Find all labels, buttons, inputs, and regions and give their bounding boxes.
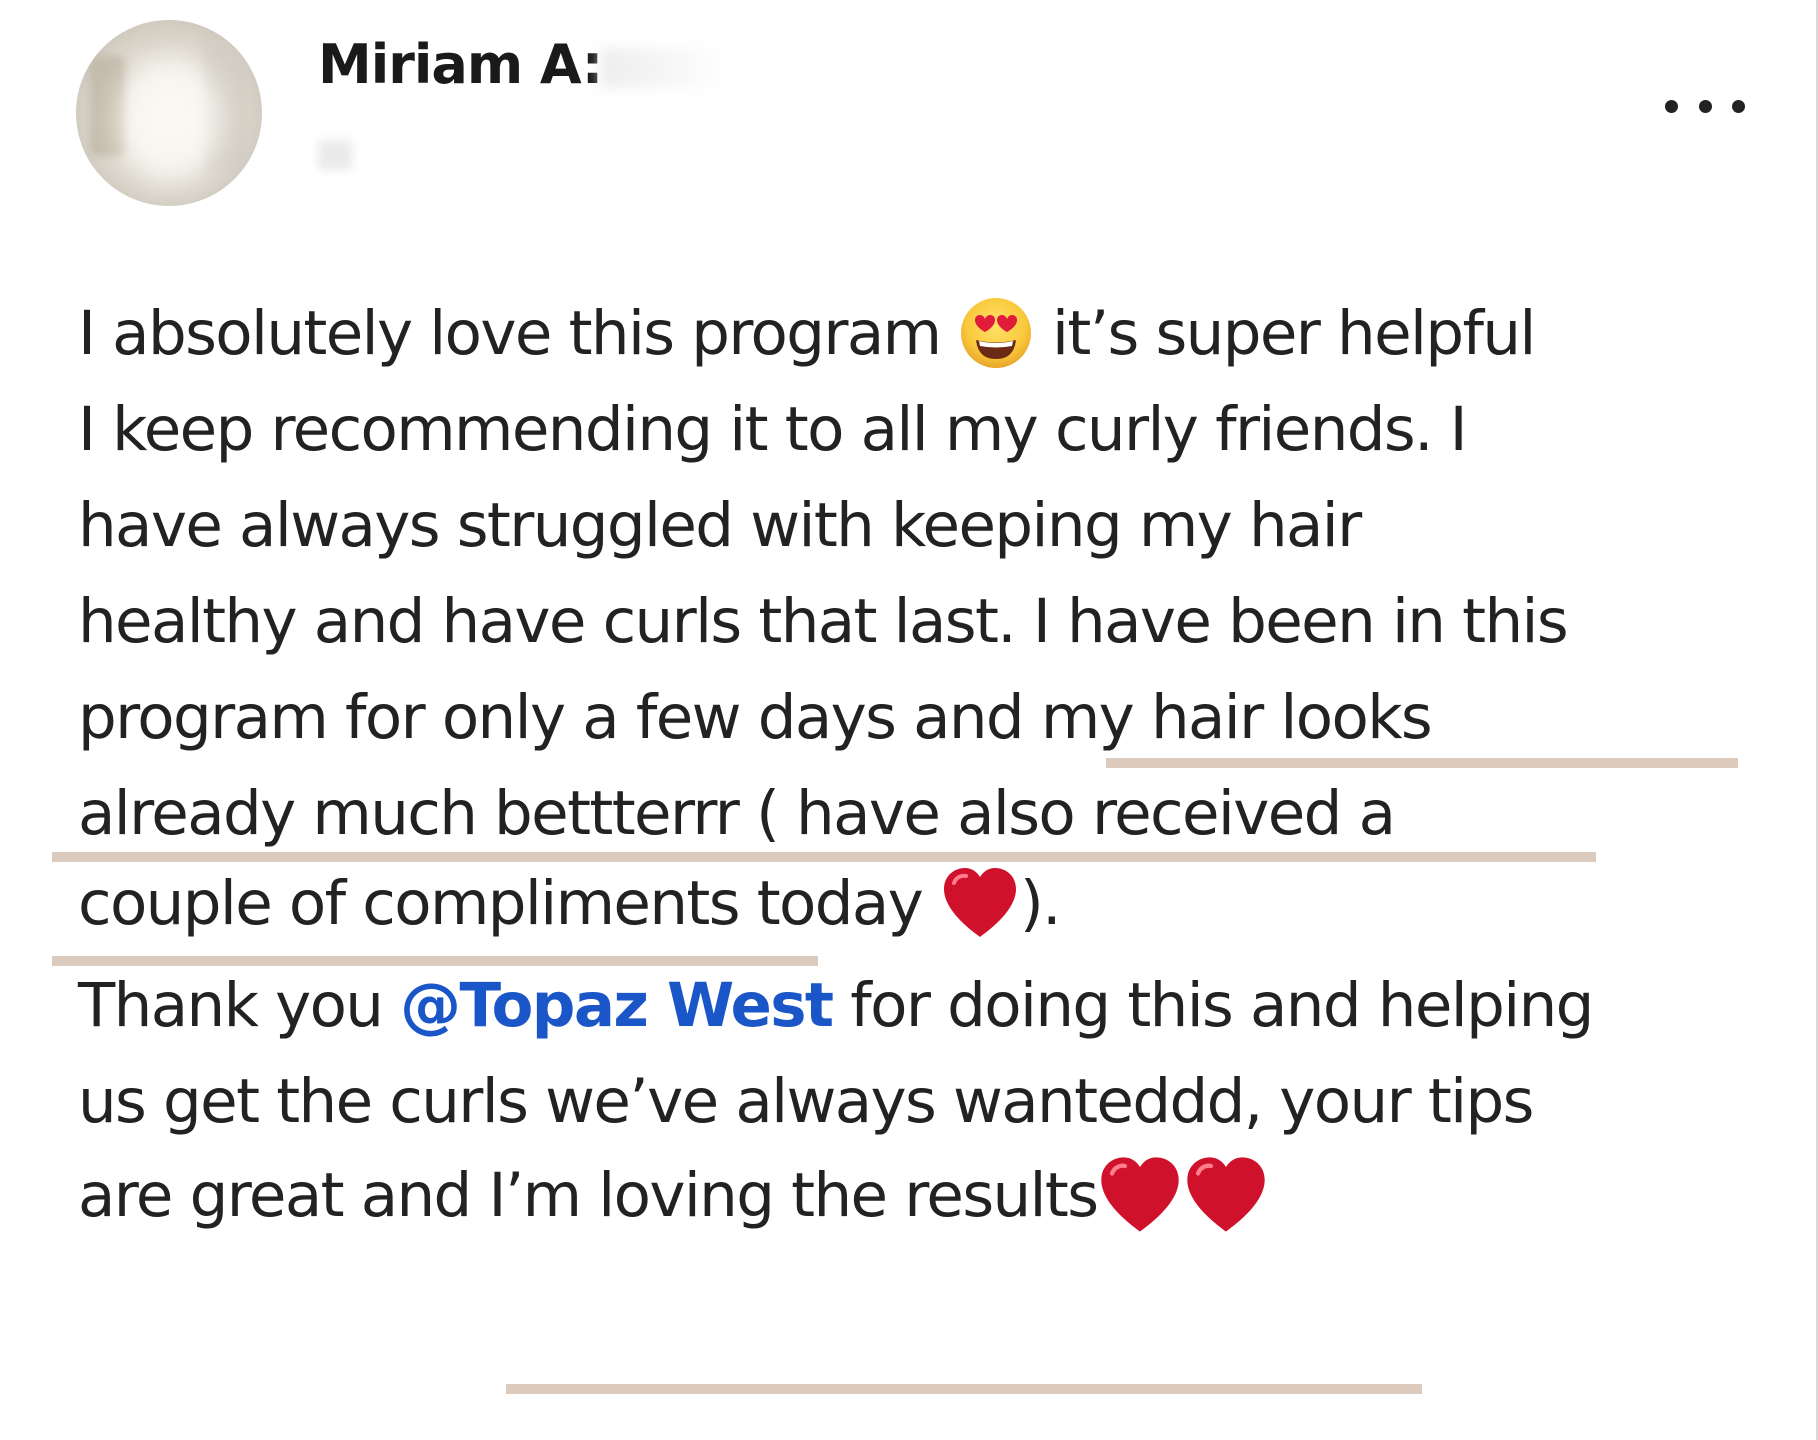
post-text-segment: ).	[1019, 868, 1062, 939]
redaction-blur	[600, 48, 730, 88]
post-text-segment: for doing this and helping	[832, 970, 1594, 1041]
redaction-blur	[318, 140, 352, 170]
avatar-blur-overlay	[120, 60, 220, 180]
more-horizontal-icon	[1665, 99, 1678, 113]
red-heart-icon	[940, 865, 1020, 941]
heart-eyes-emoji-icon	[958, 295, 1034, 371]
post-line: already much bettterrr ( have also recei…	[78, 778, 1396, 849]
post-line: I absolutely love this program it’s supe…	[78, 295, 1536, 375]
post-line: program for only a few days and my hair …	[78, 682, 1433, 753]
post-text-segment: I absolutely love this program	[78, 298, 942, 369]
post-text-segment: couple of compliments today	[78, 868, 924, 939]
post-text-segment: are great and I’m loving the results	[78, 1160, 1099, 1231]
more-horizontal-icon-dot	[1698, 99, 1712, 113]
post-line: healthy and have curls that last. I have…	[78, 586, 1569, 657]
red-heart-icon	[1183, 1154, 1269, 1236]
mention-link[interactable]: @Topaz West	[400, 970, 834, 1041]
post-line: I keep recommending it to all my curly f…	[78, 394, 1468, 465]
post-line: couple of compliments today ).	[78, 865, 1062, 945]
highlight-underline	[52, 956, 818, 966]
more-options-button[interactable]	[1665, 92, 1745, 120]
highlight-underline	[506, 1384, 1422, 1394]
author-name[interactable]: Miriam A:	[318, 30, 603, 100]
post-line: us get the curls we’ve always wanteddd, …	[78, 1066, 1534, 1137]
post-text-segment: it’s super helpful	[1052, 298, 1536, 369]
red-heart-icon	[1097, 1154, 1183, 1236]
post-line: have always struggled with keeping my ha…	[78, 490, 1362, 561]
avatar[interactable]	[76, 20, 262, 206]
post-line: are great and I’m loving the results	[78, 1157, 1269, 1240]
highlight-underline	[52, 852, 1596, 862]
post-line: Thank you @Topaz West for doing this and…	[78, 968, 1594, 1044]
more-horizontal-icon-dot	[1732, 99, 1745, 113]
post-text-segment: Thank you	[78, 970, 401, 1041]
highlight-underline	[1106, 758, 1738, 768]
